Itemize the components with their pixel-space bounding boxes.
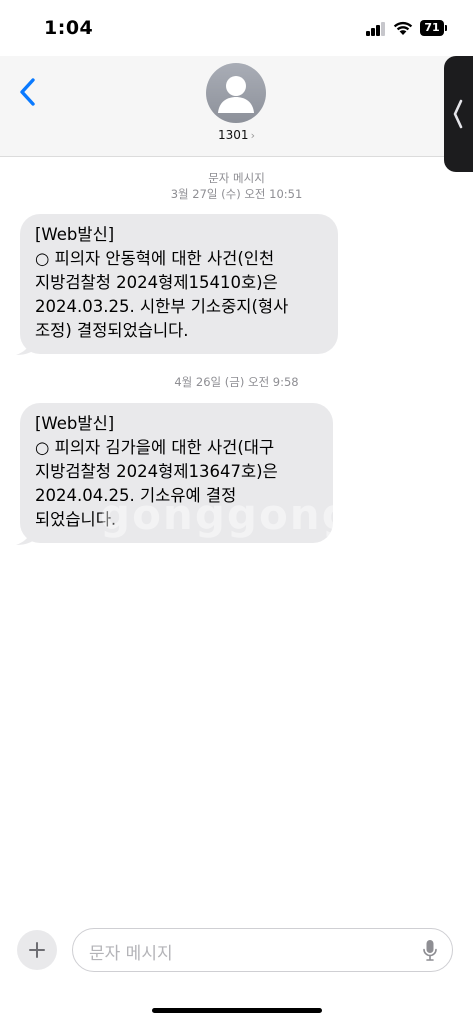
microphone-icon[interactable] bbox=[422, 939, 438, 963]
home-indicator[interactable] bbox=[152, 1008, 322, 1013]
message-line: [Web발신] bbox=[35, 414, 115, 433]
back-button[interactable] bbox=[14, 72, 44, 112]
message-line: ○ 피의자 김가을에 대한 사건(대구 bbox=[35, 438, 275, 457]
message-timestamp: 4월 26일 (금) 오전 9:58 bbox=[174, 375, 299, 389]
battery-icon: 71 bbox=[420, 20, 448, 36]
chevron-right-icon: › bbox=[250, 129, 255, 142]
battery-level: 71 bbox=[420, 20, 444, 36]
status-time: 1:04 bbox=[44, 17, 94, 39]
message-timestamp: 3월 27일 (수) 오전 10:51 bbox=[170, 187, 303, 201]
message-line: 2024.03.25. 시한부 기소중지(형사 bbox=[35, 297, 289, 316]
message-line: 조정) 결정되었습니다. bbox=[35, 321, 189, 340]
chevron-left-icon bbox=[453, 99, 463, 129]
message-line: [Web발신] bbox=[35, 225, 115, 244]
wifi-icon bbox=[393, 21, 413, 35]
conversation-header: 1301 › bbox=[0, 56, 473, 157]
message-line: 2024.04.25. 기소유예 결정 bbox=[35, 486, 237, 505]
add-attachment-button[interactable] bbox=[17, 930, 57, 970]
message-input[interactable]: 문자 메시지 bbox=[72, 928, 453, 972]
side-panel-handle[interactable] bbox=[444, 56, 473, 172]
message-line: ○ 피의자 안동혁에 대한 사건(인천 bbox=[35, 249, 275, 268]
message-bubble[interactable]: [Web발신] ○ 피의자 김가을에 대한 사건(대구 지방검찰청 2024형제… bbox=[20, 403, 333, 543]
status-bar: 1:04 71 bbox=[0, 0, 473, 56]
person-icon bbox=[218, 76, 254, 113]
contact-name-row[interactable]: 1301 › bbox=[0, 128, 473, 142]
contact-avatar[interactable] bbox=[206, 63, 266, 123]
message-bubble[interactable]: [Web발신] ○ 피의자 안동혁에 대한 사건(인천 지방검찰청 2024형제… bbox=[20, 214, 338, 354]
chevron-left-icon bbox=[20, 78, 35, 106]
message-type-label: 문자 메시지 bbox=[208, 171, 265, 185]
contact-name: 1301 bbox=[218, 128, 249, 142]
cellular-signal-icon bbox=[366, 22, 386, 36]
message-line: 지방검찰청 2024형제15410호)은 bbox=[35, 273, 278, 292]
message-input-placeholder: 문자 메시지 bbox=[89, 944, 173, 964]
message-line: 되었습니다. bbox=[35, 510, 117, 529]
message-line: 지방검찰청 2024형제13647호)은 bbox=[35, 462, 278, 481]
